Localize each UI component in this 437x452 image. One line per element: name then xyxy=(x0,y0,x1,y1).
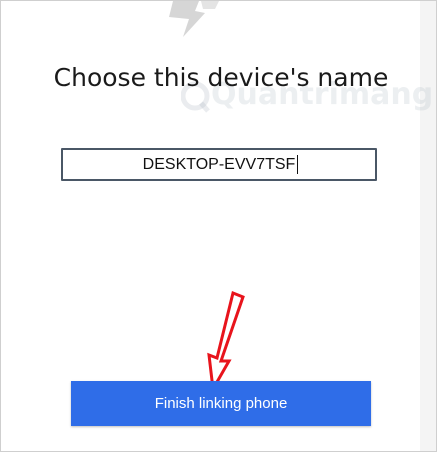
device-name-input[interactable] xyxy=(61,148,377,181)
finish-linking-phone-button[interactable]: Finish linking phone xyxy=(71,381,371,426)
page-title: Choose this device's name xyxy=(53,63,389,92)
text-caret xyxy=(297,155,298,174)
link-phone-window: Quantrimang Choose this device's name Fi… xyxy=(0,0,437,452)
red-arrow-annotation-icon xyxy=(207,290,245,393)
app-logo-icon xyxy=(169,1,219,37)
